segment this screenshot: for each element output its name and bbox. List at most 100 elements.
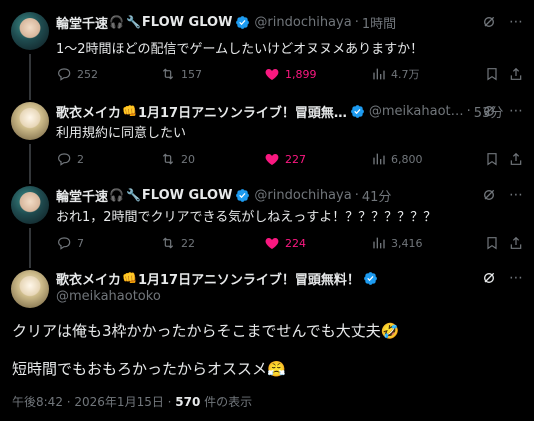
timestamp[interactable]: 41分 — [362, 186, 392, 205]
verified-icon — [235, 15, 250, 30]
tweet-header: 輪堂千速 🎧 🔧 FLOW GLOW @rindochihaya · 41分 — [56, 185, 391, 205]
handle[interactable]: @meikahaotoko — [56, 289, 161, 304]
display-name[interactable]: 歌衣メイカ — [56, 102, 121, 121]
tweet-header: 輪堂千速 🎧 🔧 FLOW GLOW @rindochihaya · 1時間 — [56, 12, 396, 32]
reply-button[interactable]: 252 — [56, 65, 98, 83]
heart-icon — [264, 235, 280, 251]
more-icon[interactable]: ⋯ — [508, 103, 524, 119]
retweet-icon — [160, 151, 176, 167]
bookmark-icon[interactable] — [484, 66, 500, 82]
views-button[interactable]: 6,800 — [370, 150, 423, 168]
retweet-icon — [160, 235, 176, 251]
like-button[interactable]: 1,899 — [264, 65, 317, 83]
views-button[interactable]: 3,416 — [370, 234, 423, 252]
timestamp[interactable]: 1時間 — [362, 13, 396, 32]
thread-line — [29, 178, 31, 184]
avatar[interactable] — [11, 186, 49, 224]
tweet-text-line-2: 短時間でもおもろかったからオススメ😤 — [12, 360, 286, 378]
retweet-button[interactable]: 20 — [160, 150, 195, 168]
avatar[interactable] — [11, 12, 49, 50]
display-name[interactable]: 輪堂千速 — [56, 13, 108, 32]
display-name-suffix[interactable]: FLOW GLOW — [142, 15, 233, 30]
views-count: 4.7万 — [391, 68, 420, 81]
emoji: 🔧 — [125, 15, 141, 29]
views-count: 3,416 — [391, 236, 423, 250]
reply-icon — [56, 235, 72, 251]
separator: · — [466, 103, 471, 119]
avatar[interactable] — [11, 102, 49, 140]
share-icon[interactable] — [508, 151, 524, 167]
retweet-button[interactable]: 22 — [160, 234, 195, 252]
tweet-text: おれ1，2時間でクリアできる気がしねえっすよ！？？？？？？？ — [56, 210, 437, 225]
action-bar: 252 157 1,899 4.7万 — [56, 65, 496, 83]
like-count: 227 — [285, 152, 306, 166]
handle[interactable]: @rindochihaya — [254, 188, 351, 203]
tweet-meta: 午後8:42 · 2026年1月15日 · 570 件の表示 — [12, 393, 252, 410]
more-icon[interactable]: ⋯ — [508, 187, 524, 203]
reply-count: 252 — [77, 67, 98, 81]
emoji: 🔧 — [125, 188, 141, 202]
bookmark-icon[interactable] — [484, 235, 500, 251]
action-bar: 7 22 224 3,416 — [56, 234, 496, 252]
retweet-icon — [160, 66, 176, 82]
tweet-2[interactable]: 歌衣メイカ 👊 1月17日アニソンライブ！冒頭無… @meikahaot… · … — [0, 94, 534, 178]
reply-count: 2 — [77, 152, 84, 166]
reply-button[interactable]: 2 — [56, 150, 84, 168]
tweet-text-line-1: クリアは俺も3枠かかったからそこまでせんでも大丈夫🤣 — [12, 322, 400, 340]
action-bar: 2 20 227 6,800 — [56, 150, 496, 168]
handle[interactable]: @meikahaot… — [369, 104, 464, 119]
avatar[interactable] — [11, 270, 49, 308]
view-count: 570 — [175, 395, 201, 409]
retweet-count: 157 — [181, 67, 202, 81]
retweet-button[interactable]: 157 — [160, 65, 202, 83]
grok-icon[interactable] — [481, 270, 497, 286]
grok-icon[interactable] — [481, 103, 497, 119]
heart-icon — [264, 151, 280, 167]
tweet-text: 利用規約に同意したい — [56, 126, 187, 141]
display-name-suffix[interactable]: FLOW GLOW — [142, 188, 233, 203]
tweet-3[interactable]: 輪堂千速 🎧 🔧 FLOW GLOW @rindochihaya · 41分 ⋯… — [0, 178, 534, 262]
views-count: 6,800 — [391, 152, 423, 166]
thread-line — [29, 228, 31, 262]
tweet-1[interactable]: 輪堂千速 🎧 🔧 FLOW GLOW @rindochihaya · 1時間 ⋯… — [0, 0, 534, 94]
bookmark-icon[interactable] — [484, 151, 500, 167]
handle[interactable]: @rindochihaya — [254, 15, 351, 30]
display-name-suffix[interactable]: 1月17日アニソンライブ！冒頭無料！ — [138, 269, 360, 288]
display-name-suffix[interactable]: 1月17日アニソンライブ！冒頭無… — [138, 102, 347, 121]
post-time[interactable]: 午後8:42 · 2026年1月15日 · — [12, 395, 175, 409]
reply-icon — [56, 151, 72, 167]
views-button[interactable]: 4.7万 — [370, 65, 420, 83]
share-icon[interactable] — [508, 66, 524, 82]
like-button[interactable]: 224 — [264, 234, 306, 252]
more-icon[interactable]: ⋯ — [508, 14, 524, 30]
emoji: 👊 — [122, 104, 137, 118]
tweet-text: 1〜2時間ほどの配信でゲームしたいけどオヌヌメありますか！ — [56, 42, 424, 57]
like-count: 1,899 — [285, 67, 317, 81]
heart-icon — [264, 66, 280, 82]
thread-line — [29, 144, 31, 178]
display-name[interactable]: 輪堂千速 — [56, 186, 108, 205]
more-icon[interactable]: ⋯ — [508, 270, 524, 286]
grok-icon[interactable] — [481, 187, 497, 203]
views-icon — [370, 151, 386, 167]
verified-icon — [363, 271, 378, 286]
thread-line — [29, 54, 31, 94]
display-name[interactable]: 歌衣メイカ — [56, 269, 121, 288]
separator: · — [354, 187, 359, 203]
thread-line — [29, 262, 31, 268]
like-count: 224 — [285, 236, 306, 250]
views-icon — [370, 235, 386, 251]
like-button[interactable]: 227 — [264, 150, 306, 168]
reply-icon — [56, 66, 72, 82]
views-icon — [370, 66, 386, 82]
reply-count: 7 — [77, 236, 84, 250]
separator: · — [354, 14, 359, 30]
share-icon[interactable] — [508, 235, 524, 251]
reply-button[interactable]: 7 — [56, 234, 84, 252]
grok-icon[interactable] — [481, 14, 497, 30]
tweet-header: 歌衣メイカ 👊 1月17日アニソンライブ！冒頭無… @meikahaot… · … — [56, 101, 503, 121]
emoji: 👊 — [122, 271, 137, 285]
main-tweet: 歌衣メイカ 👊 1月17日アニソンライブ！冒頭無料！ @meikahaotoko… — [0, 262, 534, 421]
handle-row: @meikahaotoko — [56, 286, 161, 306]
thread-line — [29, 94, 31, 100]
